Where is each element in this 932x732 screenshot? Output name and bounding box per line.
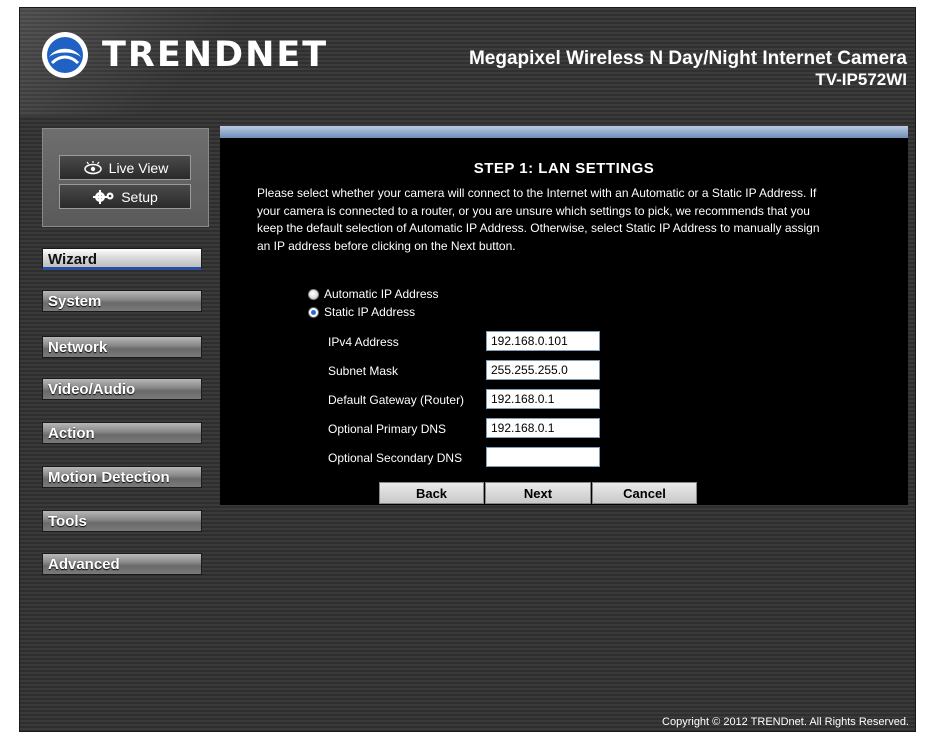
radio-label: Static IP Address — [324, 305, 416, 319]
subnet-mask-label: Subnet Mask — [328, 364, 399, 378]
wizard-content-panel: STEP 1: LAN SETTINGS Please select wheth… — [220, 138, 908, 505]
ipv4-address-input[interactable] — [486, 331, 600, 351]
eye-icon — [83, 160, 102, 174]
ipv4-address-label: IPv4 Address — [328, 335, 399, 349]
description-line: Please select whether your camera will c… — [257, 186, 817, 200]
nav-item-action[interactable]: Action — [42, 422, 202, 444]
nav-item-motion-detection[interactable]: Motion Detection — [42, 466, 202, 488]
gears-icon — [93, 189, 114, 204]
copyright-text: Copyright © 2012 TRENDnet. All Rights Re… — [662, 716, 909, 728]
radio-static-ip[interactable]: Static IP Address — [308, 305, 415, 319]
subnet-mask-input[interactable] — [486, 360, 600, 380]
description-line: an IP address before clicking on the Nex… — [257, 238, 516, 253]
product-model: TV-IP572WI — [815, 70, 907, 89]
default-gateway-input[interactable] — [486, 389, 600, 409]
camera-web-ui: TRENDNET Megapixel Wireless N Day/Night … — [19, 7, 916, 732]
radio-button-unselected[interactable] — [308, 288, 319, 300]
back-button[interactable]: Back — [379, 482, 484, 504]
nav-item-wizard[interactable]: Wizard — [42, 248, 202, 270]
radio-automatic-ip[interactable]: Automatic IP Address — [308, 287, 439, 301]
step-title: STEP 1: LAN SETTINGS — [473, 160, 655, 177]
live-view-button[interactable]: Live View — [59, 155, 191, 180]
secondary-dns-input[interactable] — [486, 447, 600, 467]
description-line: keep the default selection of Automatic … — [257, 221, 820, 235]
content-header-bar — [220, 126, 908, 138]
view-mode-panel: Live View Setup — [42, 128, 209, 227]
secondary-dns-label: Optional Secondary DNS — [328, 451, 463, 465]
nav-item-video-audio[interactable]: Video/Audio — [42, 378, 202, 400]
brand-name: TRENDNET — [102, 35, 329, 75]
cancel-button[interactable]: Cancel — [592, 482, 697, 504]
default-gateway-label: Default Gateway (Router) — [328, 393, 465, 407]
radio-button-selected[interactable] — [308, 306, 319, 318]
step-description: Please select whether your camera will c… — [257, 185, 887, 255]
primary-dns-label: Optional Primary DNS — [328, 422, 447, 436]
radio-label: Automatic IP Address — [324, 287, 439, 301]
product-title: Megapixel Wireless N Day/Night Internet … — [468, 48, 907, 69]
setup-label: Setup — [121, 188, 158, 205]
primary-dns-input[interactable] — [486, 418, 600, 438]
nav-item-network[interactable]: Network — [42, 336, 202, 358]
nav-item-advanced[interactable]: Advanced — [42, 553, 202, 575]
nav-item-system[interactable]: System — [42, 290, 202, 312]
setup-button[interactable]: Setup — [59, 184, 191, 209]
header: TRENDNET Megapixel Wireless N Day/Night … — [20, 8, 915, 116]
live-view-label: Live View — [108, 159, 169, 176]
trendnet-logo-icon — [42, 32, 88, 78]
nav-item-tools[interactable]: Tools — [42, 510, 202, 532]
brand-logo: TRENDNET — [40, 30, 328, 80]
description-line: your camera is connected to a router, or… — [257, 203, 810, 218]
next-button[interactable]: Next — [485, 482, 591, 504]
